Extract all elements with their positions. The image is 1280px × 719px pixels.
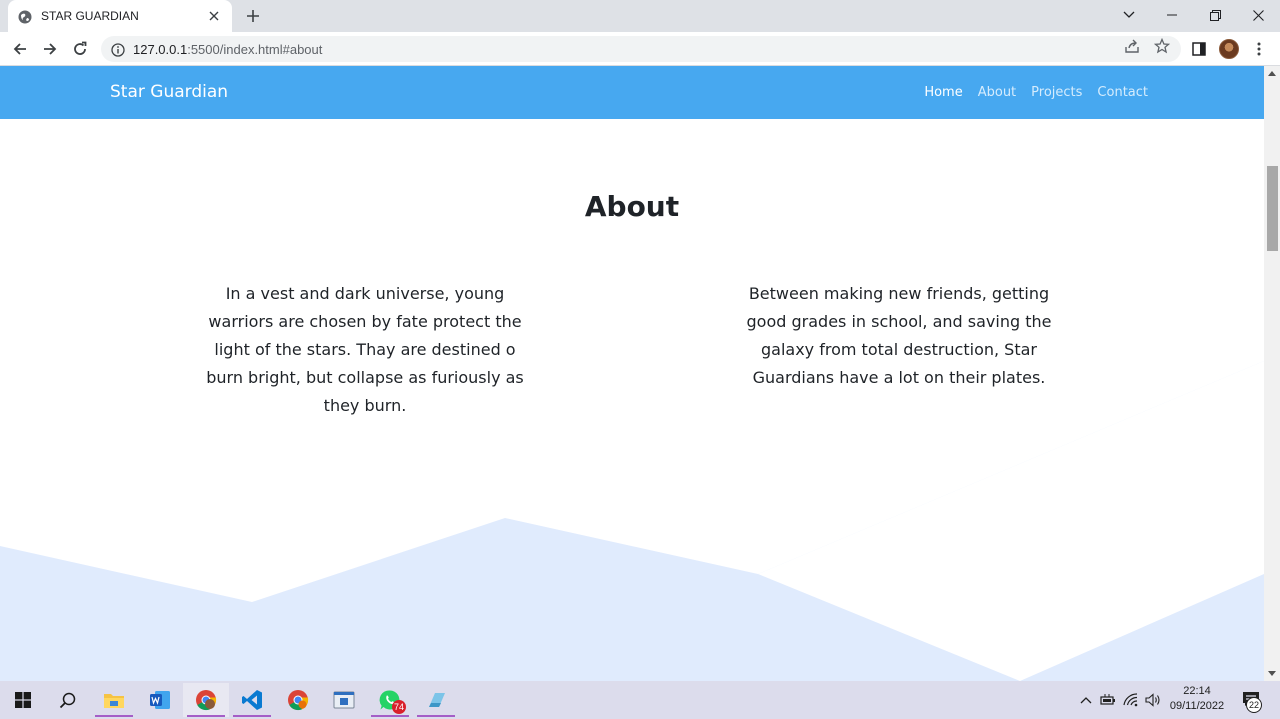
avatar [1219,39,1239,59]
site-navbar: Star Guardian Home About Projects Contac… [0,66,1264,119]
speaker-icon[interactable] [1144,691,1162,709]
search-icon[interactable] [45,683,91,717]
nav-link-contact[interactable]: Contact [1097,85,1148,100]
tab-strip: STAR GUARDIAN [0,0,1280,32]
share-icon[interactable] [1123,37,1141,55]
section-title: About [584,190,680,223]
plus-icon[interactable] [243,6,263,26]
whatsapp-icon[interactable]: 74 [367,683,413,717]
app-icon[interactable] [321,683,367,717]
chrome-icon[interactable] [275,683,321,717]
system-clock[interactable]: 22:14 09/11/2022 [1166,684,1228,714]
forward-icon[interactable] [38,37,62,61]
nav-link-about[interactable]: About [978,85,1016,100]
url-text[interactable]: 127.0.0.1:5500/index.html#about [133,42,322,57]
chevron-up-icon[interactable] [1077,691,1095,709]
minimize-icon[interactable] [1150,0,1194,30]
page-viewport: Star Guardian Home About Projects Contac… [0,66,1264,681]
word-icon[interactable] [137,683,183,717]
nav-link-projects[interactable]: Projects [1031,85,1082,100]
file-explorer-icon[interactable] [91,683,137,717]
info-icon[interactable] [111,42,125,57]
chevron-down-icon[interactable] [1107,0,1151,30]
back-icon[interactable] [8,37,32,61]
profile-avatar[interactable] [1217,37,1241,61]
scroll-down-icon[interactable] [1264,666,1280,680]
battery-icon[interactable] [1099,691,1117,709]
tab-title: STAR GUARDIAN [41,9,139,23]
notifications-icon[interactable]: 22 [1240,688,1262,713]
notification-count: 22 [1246,697,1262,713]
notification-badge: 74 [391,700,406,714]
scrollbar-thumb[interactable] [1267,166,1278,251]
url-host: 127.0.0.1 [133,41,188,57]
windows-taskbar: 74 22:14 09/11/2022 22 [0,681,1280,719]
star-icon[interactable] [1153,37,1171,55]
nav-links: Home About Projects Contact [924,85,1148,100]
page-scrollbar[interactable] [1264,66,1280,681]
vscode-icon[interactable] [229,683,275,717]
close-icon[interactable] [206,8,222,24]
app-icon[interactable] [413,683,459,717]
more-icon[interactable] [1247,37,1271,61]
clock-time: 22:14 [1183,685,1211,697]
globe-icon [18,9,32,24]
side-panel-icon[interactable] [1187,37,1211,61]
browser-toolbar: 127.0.0.1:5500/index.html#about [0,32,1280,66]
nav-link-home[interactable]: Home [924,85,962,100]
scroll-up-icon[interactable] [1264,66,1280,80]
close-window-icon[interactable] [1236,0,1280,30]
about-text-left: In a vest and dark universe, young warri… [206,284,524,415]
chrome-icon[interactable] [183,683,229,717]
about-text-right: Between making new friends, getting good… [746,284,1052,387]
reload-icon[interactable] [68,37,92,61]
restore-icon[interactable] [1193,0,1237,30]
site-brand[interactable]: Star Guardian [110,82,228,102]
clock-date: 09/11/2022 [1169,700,1225,712]
background-wave [0,361,1264,681]
url-path: :5500/index.html#about [187,41,323,57]
wifi-icon[interactable] [1122,691,1140,709]
address-bar[interactable]: 127.0.0.1:5500/index.html#about [101,36,1181,62]
browser-tab[interactable]: STAR GUARDIAN [8,0,232,32]
windows-start-icon[interactable] [0,683,46,717]
